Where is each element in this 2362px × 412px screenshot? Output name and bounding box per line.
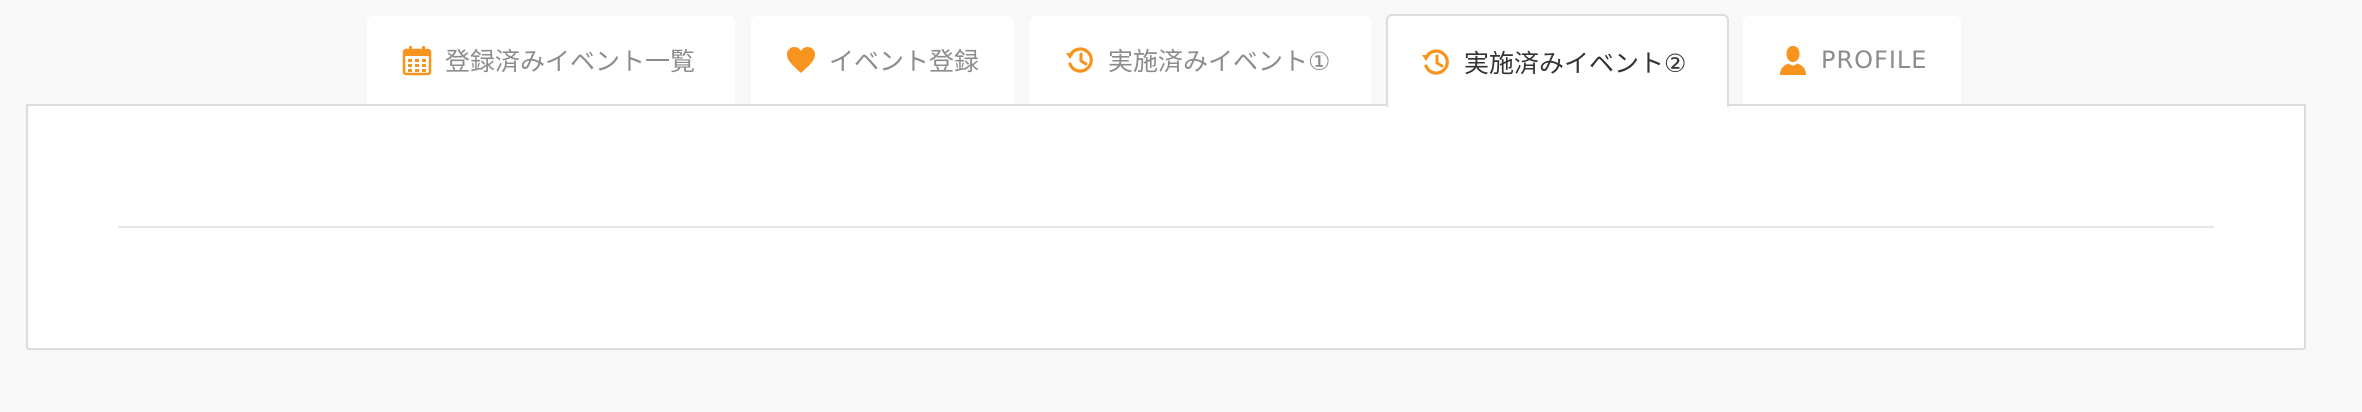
tab-past-events-1[interactable]: 実施済みイベント① (1030, 16, 1371, 104)
calendar-icon (401, 44, 433, 76)
user-icon (1777, 44, 1809, 76)
tab-label: 実施済みイベント② (1464, 48, 1687, 78)
tab-label: 登録済みイベント一覧 (445, 47, 696, 76)
tab-content-panel (26, 104, 2306, 350)
history-icon (1420, 46, 1452, 78)
tab-label: 実施済みイベント① (1108, 47, 1331, 76)
divider (118, 226, 2214, 228)
tab-profile[interactable]: PROFILE (1743, 16, 1961, 104)
tab-label: イベント登録 (829, 47, 980, 76)
tab-registered-events[interactable]: 登録済みイベント一覧 (367, 16, 735, 104)
tab-past-events-2[interactable]: 実施済みイベント② (1386, 14, 1729, 107)
heart-icon (785, 44, 817, 76)
tab-label: PROFILE (1821, 46, 1928, 74)
history-icon (1064, 44, 1096, 76)
tab-event-registration[interactable]: イベント登録 (751, 16, 1014, 104)
tab-bar: 登録済みイベント一覧 イベント登録 実施済みイベント① 実施済みイベント② PR… (0, 0, 2362, 107)
